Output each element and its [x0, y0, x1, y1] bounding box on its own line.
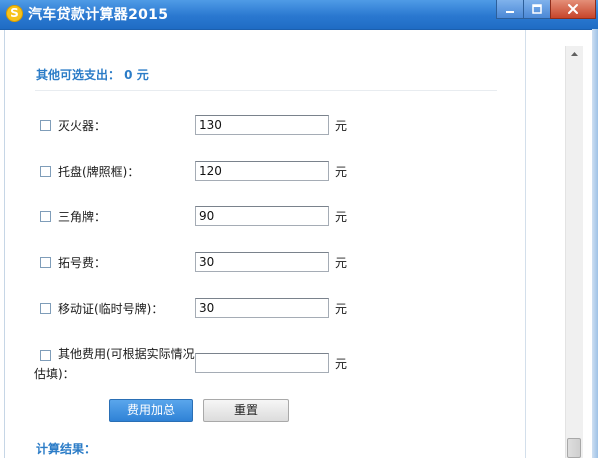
form-panel: 其他可选支出： 0 元 灭火器： 元 托盘(牌照框)： 元 三角牌： 元 拓号费… — [4, 30, 526, 458]
close-button[interactable] — [550, 0, 596, 19]
temporary-plate-input[interactable] — [195, 298, 329, 318]
unit-label: 元 — [335, 256, 348, 270]
fire-extinguisher-checkbox[interactable] — [40, 120, 51, 131]
other-fees-label: 其他费用(可根据实际情况 估填)： — [34, 344, 218, 384]
dollar-coin-icon: S — [6, 5, 23, 22]
window-controls — [496, 0, 596, 19]
expense-row-fire-extinguisher: 灭火器： 元 — [5, 115, 525, 139]
reset-button[interactable]: 重置 — [203, 399, 289, 422]
warning-triangle-checkbox[interactable] — [40, 211, 51, 222]
warning-triangle-label: 三角牌： — [58, 210, 107, 224]
plate-rubbing-fee-input[interactable] — [195, 252, 329, 272]
unit-label: 元 — [335, 357, 348, 371]
title-bar: S 汽车贷款计算器2015 — [0, 0, 598, 30]
section-divider — [35, 90, 497, 91]
other-fees-label-line2: 估填)： — [34, 367, 75, 381]
expense-row-other-fees: 其他费用(可根据实际情况 估填)： 元 — [5, 345, 525, 385]
maximize-button[interactable] — [523, 0, 551, 19]
expense-row-warning-triangle: 三角牌： 元 — [5, 206, 525, 230]
plate-rubbing-fee-label: 拓号费： — [58, 256, 107, 270]
scroll-thumb[interactable] — [567, 438, 581, 458]
expense-row-plate-frame: 托盘(牌照框)： 元 — [5, 161, 525, 185]
expense-row-plate-rubbing-fee: 拓号费： 元 — [5, 252, 525, 276]
warning-triangle-input[interactable] — [195, 206, 329, 226]
optional-expenses-title: 其他可选支出： 0 元 — [36, 68, 149, 82]
scroll-up-arrow-icon — [571, 52, 578, 56]
window-right-frame — [592, 29, 598, 458]
other-fees-checkbox[interactable] — [40, 350, 51, 361]
temporary-plate-label: 移动证(临时号牌)： — [58, 302, 164, 316]
minimize-icon — [506, 11, 514, 13]
unit-label: 元 — [335, 302, 348, 316]
vertical-scrollbar[interactable] — [565, 46, 583, 458]
plate-frame-input[interactable] — [195, 161, 329, 181]
close-icon — [568, 4, 578, 14]
window-title: 汽车贷款计算器2015 — [28, 7, 169, 23]
sum-fees-button[interactable]: 费用加总 — [109, 399, 193, 422]
temporary-plate-checkbox[interactable] — [40, 303, 51, 314]
plate-frame-checkbox[interactable] — [40, 166, 51, 177]
minimize-button[interactable] — [496, 0, 524, 19]
unit-label: 元 — [335, 210, 348, 224]
other-fees-label-line1: 其他费用(可根据实际情况 — [58, 347, 195, 361]
fire-extinguisher-label: 灭火器： — [58, 119, 107, 133]
maximize-icon — [532, 4, 542, 14]
other-fees-input[interactable] — [195, 353, 329, 373]
plate-rubbing-fee-checkbox[interactable] — [40, 257, 51, 268]
unit-label: 元 — [335, 165, 348, 179]
plate-frame-label: 托盘(牌照框)： — [58, 165, 140, 179]
expense-row-temporary-plate: 移动证(临时号牌)： 元 — [5, 298, 525, 322]
scroll-up-button[interactable] — [566, 46, 583, 63]
fire-extinguisher-input[interactable] — [195, 115, 329, 135]
unit-label: 元 — [335, 119, 348, 133]
calculation-result-title: 计算结果： — [36, 442, 97, 456]
